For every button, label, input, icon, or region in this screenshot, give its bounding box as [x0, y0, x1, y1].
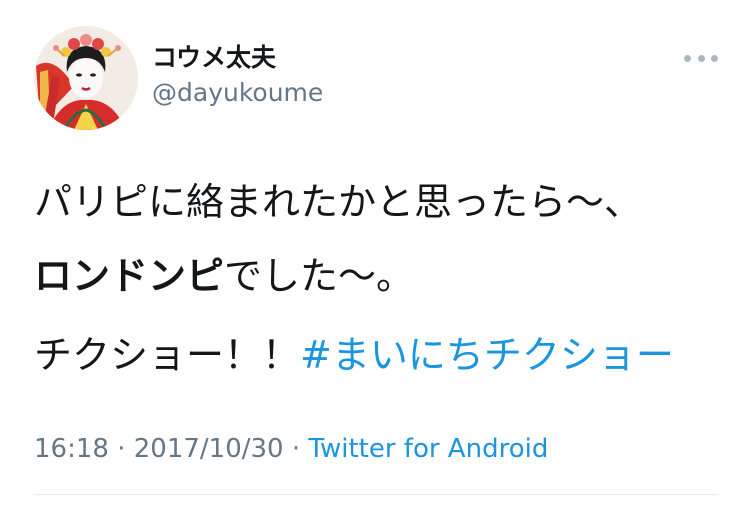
hashtag-link[interactable]: #まいにちチクショー: [300, 333, 674, 377]
divider: [34, 494, 718, 495]
more-dots-icon[interactable]: [684, 48, 718, 68]
meta-separator: ·: [108, 434, 134, 464]
tweet-text-exclaim: チクショー！！: [34, 333, 301, 377]
tweet-card: コウメ太夫 @dayukoume パリピに絡まれたかと思ったら〜、 ロンドンピで…: [0, 0, 750, 506]
tweet-metadata: 16:18 · 2017/10/30 · Twitter for Android: [34, 434, 548, 464]
author-display-name[interactable]: コウメ太夫: [152, 38, 276, 74]
author-handle[interactable]: @dayukoume: [152, 78, 323, 107]
more-dot: [697, 54, 705, 62]
meta-separator: ·: [283, 434, 309, 464]
tweet-text-rest: でした〜。: [224, 254, 415, 298]
tweet-text-line-1: パリピに絡まれたかと思ったら〜、: [34, 180, 643, 224]
more-dot: [711, 54, 718, 62]
tweet-bold-text: ロンドンピ: [34, 254, 225, 298]
tweet-date[interactable]: 2017/10/30: [134, 434, 284, 464]
more-dot: [684, 54, 691, 62]
avatar[interactable]: [34, 26, 138, 130]
tweet-text-line-3: チクショー！！#まいにちチクショー: [34, 331, 674, 379]
tweet-time[interactable]: 16:18: [34, 434, 109, 464]
avatar-image: [34, 26, 138, 130]
tweet-source-link[interactable]: Twitter for Android: [308, 434, 548, 464]
tweet-text-line-2: ロンドンピでした〜。: [34, 252, 414, 300]
